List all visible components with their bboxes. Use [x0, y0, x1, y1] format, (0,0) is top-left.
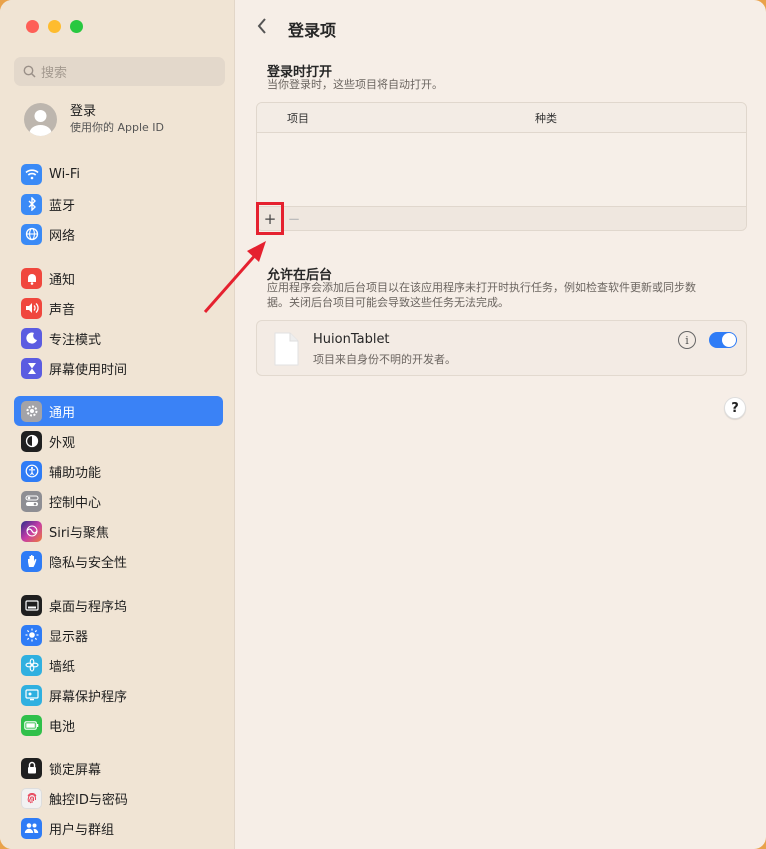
fingerprint-icon [21, 787, 42, 809]
sidebar-item-bluetooth[interactable]: 蓝牙 [14, 189, 223, 219]
sidebar-item-label: 隐私与安全性 [49, 555, 128, 571]
zoom-window-button[interactable] [70, 20, 83, 33]
sidebar-item-siri[interactable]: Siri与聚焦 [14, 516, 223, 546]
account-subtitle: 使用你的 Apple ID [70, 120, 165, 134]
sidebar-item-label: 专注模式 [49, 332, 102, 348]
gear-icon [21, 400, 42, 422]
login-section-subtitle: 当你登录时，这些项目将自动打开。 [267, 78, 443, 91]
battery-icon [21, 714, 42, 736]
background-item-toggle[interactable] [709, 332, 737, 348]
sidebar-item-privacy[interactable]: 隐私与安全性 [14, 546, 223, 576]
sidebar-item-touch-id[interactable]: 触控ID与密码 [14, 783, 223, 813]
chevron-left-icon [257, 18, 266, 34]
login-items-table: 项目 种类 + − [256, 102, 747, 231]
avatar [24, 103, 57, 136]
apple-id-login[interactable]: 登录 使用你的 Apple ID [24, 103, 164, 136]
remove-login-item-button[interactable]: − [282, 209, 306, 229]
sidebar-item-label: 网络 [49, 228, 76, 244]
sidebar-item-label: 显示器 [49, 629, 89, 645]
moon-icon [21, 327, 42, 349]
account-name: 登录 [70, 103, 97, 119]
sidebar-item-users[interactable]: 用户与群组 [14, 813, 223, 843]
sidebar-item-label: Wi-Fi [49, 166, 81, 182]
speaker-icon [21, 297, 42, 319]
bluetooth-icon [21, 193, 42, 215]
sidebar-item-label: 控制中心 [49, 495, 102, 511]
sidebar-item-label: 锁定屏幕 [49, 762, 102, 778]
highlight-box [256, 202, 284, 235]
back-button[interactable] [256, 16, 268, 40]
dock-icon [21, 594, 42, 616]
wifi-icon [21, 163, 42, 185]
sidebar: 搜索 登录 使用你的 Apple ID Wi-Fi 蓝牙 网络 通知 声音 专注… [0, 0, 235, 849]
table-header: 项目 种类 [257, 103, 746, 133]
sidebar-item-lock-screen[interactable]: 锁定屏幕 [14, 753, 223, 783]
info-icon[interactable]: i [678, 331, 696, 349]
background-item-description: 项目来自身份不明的开发者。 [313, 353, 456, 366]
sidebar-item-wifi[interactable]: Wi-Fi [14, 159, 223, 189]
background-section-subtitle-line2: 据。关闭后台项目可能会导致这些任务无法完成。 [267, 296, 509, 309]
hand-icon [21, 550, 42, 572]
sidebar-item-label: 用户与群组 [49, 822, 115, 838]
sidebar-item-notifications[interactable]: 通知 [14, 263, 223, 293]
column-header-item[interactable]: 项目 [287, 110, 309, 126]
sidebar-item-screen-time[interactable]: 屏幕使用时间 [14, 353, 223, 383]
sidebar-item-focus[interactable]: 专注模式 [14, 323, 223, 353]
sidebar-item-appearance[interactable]: 外观 [14, 426, 223, 456]
sidebar-item-label: 辅助功能 [49, 465, 102, 481]
sidebar-item-desktop-dock[interactable]: 桌面与程序坞 [14, 590, 223, 620]
column-header-kind[interactable]: 种类 [535, 110, 557, 126]
sidebar-item-label: 屏幕保护程序 [49, 689, 128, 705]
background-item-row: HuionTablet 项目来自身份不明的开发者。 i [256, 320, 747, 376]
close-window-button[interactable] [26, 20, 39, 33]
accessibility-icon [21, 460, 42, 482]
main-panel: 登录项 登录时打开 当你登录时，这些项目将自动打开。 项目 种类 + − 允许在… [236, 0, 766, 849]
users-icon [21, 817, 42, 839]
sidebar-item-label: 桌面与程序坞 [49, 599, 128, 615]
globe-icon [21, 223, 42, 245]
help-button[interactable]: ? [724, 397, 746, 419]
minimize-window-button[interactable] [48, 20, 61, 33]
appearance-icon [21, 430, 42, 452]
sidebar-item-label: 屏幕使用时间 [49, 362, 128, 378]
sidebar-item-control-center[interactable]: 控制中心 [14, 486, 223, 516]
flower-icon [21, 654, 42, 676]
sidebar-item-general[interactable]: 通用 [14, 396, 223, 426]
sidebar-item-label: 通用 [49, 405, 76, 421]
sidebar-item-label: 蓝牙 [49, 198, 76, 214]
siri-icon [21, 520, 42, 542]
page-title: 登录项 [288, 21, 337, 40]
sidebar-item-label: 电池 [49, 719, 76, 735]
document-icon [274, 332, 299, 366]
sidebar-item-accessibility[interactable]: 辅助功能 [14, 456, 223, 486]
lock-icon [21, 757, 42, 779]
sidebar-item-label: 触控ID与密码 [49, 792, 128, 808]
search-placeholder: 搜索 [41, 66, 68, 81]
settings-window: 搜索 登录 使用你的 Apple ID Wi-Fi 蓝牙 网络 通知 声音 专注… [0, 0, 766, 849]
sidebar-item-screensaver[interactable]: 屏幕保护程序 [14, 680, 223, 710]
hourglass-icon [21, 357, 42, 379]
sidebar-item-label: 墙纸 [49, 659, 76, 675]
sidebar-item-network[interactable]: 网络 [14, 219, 223, 249]
table-body [257, 133, 746, 206]
sidebar-item-displays[interactable]: 显示器 [14, 620, 223, 650]
sidebar-item-label: 外观 [49, 435, 76, 451]
window-controls [26, 20, 83, 33]
control-center-icon [21, 490, 42, 512]
sidebar-item-sound[interactable]: 声音 [14, 293, 223, 323]
screensaver-icon [21, 684, 42, 706]
search-input[interactable]: 搜索 [14, 57, 225, 86]
bell-icon [21, 267, 42, 289]
background-section-subtitle-line1: 应用程序会添加后台项目以在该应用程序未打开时执行任务，例如检查软件更新或同步数 [267, 281, 696, 294]
sidebar-item-label: 声音 [49, 302, 76, 318]
background-item-name: HuionTablet [313, 332, 390, 347]
search-icon [23, 65, 36, 78]
sidebar-item-wallpaper[interactable]: 墙纸 [14, 650, 223, 680]
sidebar-item-label: 通知 [49, 272, 76, 288]
table-footer: + − [257, 206, 746, 230]
sidebar-item-label: Siri与聚焦 [49, 525, 109, 541]
sidebar-item-battery[interactable]: 电池 [14, 710, 223, 740]
sun-icon [21, 624, 42, 646]
